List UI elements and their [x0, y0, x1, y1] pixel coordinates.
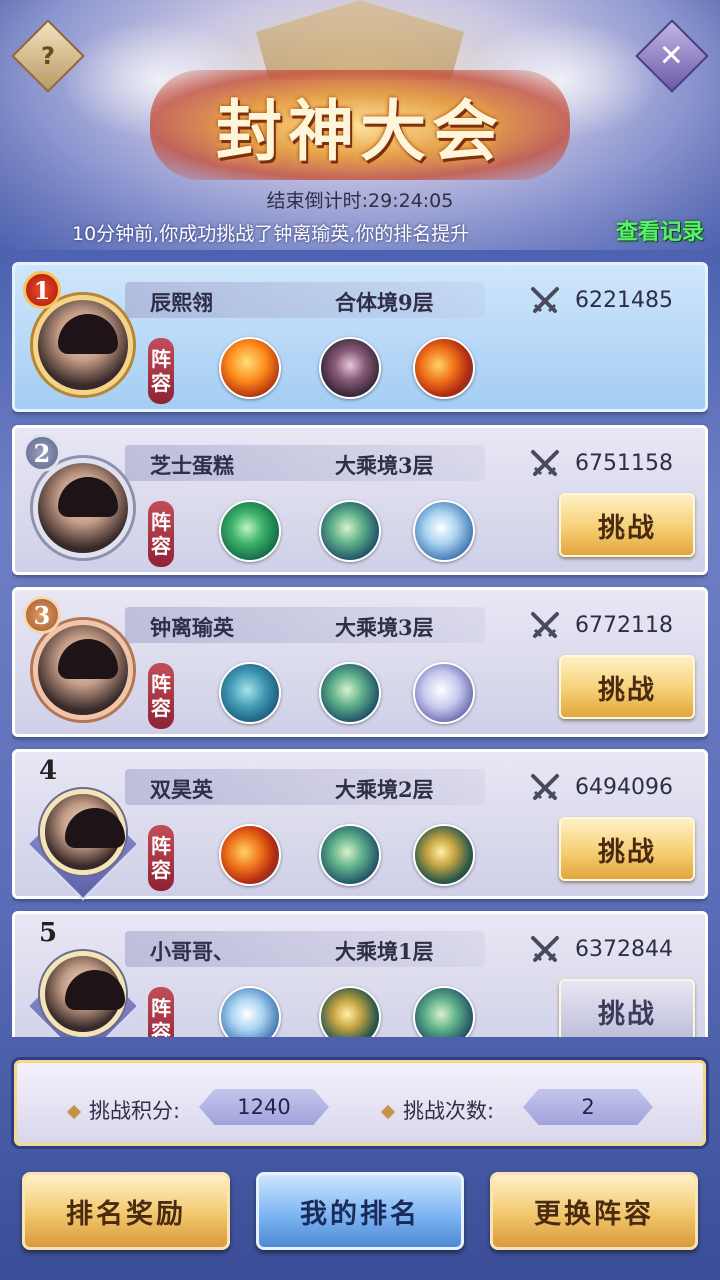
avatar[interactable] — [26, 782, 140, 901]
crossed-swords-icon — [531, 612, 559, 638]
icedragon-pet-icon[interactable] — [413, 500, 475, 562]
rank-badge: 1 — [23, 271, 61, 309]
crossed-swords-icon — [531, 450, 559, 476]
lineup-tag: 阵容 — [148, 825, 174, 891]
player-name: 小哥哥、 — [150, 939, 234, 964]
notice-text: 10分钟前,你成功挑战了钟离瑜英,你的排名提升 — [72, 223, 470, 245]
portrait-hair — [65, 970, 125, 1010]
points-value: 1240 — [199, 1089, 329, 1125]
tealdragon-pet-icon[interactable] — [319, 500, 381, 562]
ranking-row[interactable]: 2 芝士蛋糕 大乘境3层 6751158 阵容 挑战 — [12, 425, 708, 575]
firedragon-pet-icon[interactable] — [413, 337, 475, 399]
portrait-hair — [65, 808, 125, 848]
close-icon: ✕ — [659, 38, 685, 74]
crossed-swords-icon — [531, 936, 559, 962]
view-record-link[interactable]: 查看记录 — [616, 214, 704, 246]
darkdragon-pet-icon[interactable] — [319, 337, 381, 399]
stats-panel: 挑战积分: 1240 挑战次数: 2 — [14, 1060, 706, 1146]
tealdragon-pet-icon[interactable] — [413, 986, 475, 1037]
player-name: 辰熙翎 — [150, 290, 213, 315]
diamond-bullet-icon — [66, 1104, 82, 1120]
avatar[interactable] — [26, 944, 140, 1037]
yellowbeast-pet-icon[interactable] — [413, 824, 475, 886]
rank-badge: 2 — [23, 434, 61, 472]
rank-badge: 4 — [38, 756, 58, 786]
avatar-portrait — [33, 620, 133, 720]
question-icon: ? — [41, 41, 55, 70]
challenge-button[interactable]: 挑战 — [559, 817, 695, 881]
crossed-swords-icon — [531, 774, 559, 800]
rank-badge: 3 — [23, 596, 61, 634]
avatar[interactable] — [33, 620, 133, 720]
ranking-row[interactable]: 1 辰熙翎 合体境9层 6221485 阵容 — [12, 262, 708, 412]
combat-power: 6221485 — [575, 288, 673, 313]
avatar-portrait — [33, 295, 133, 395]
challenge-button[interactable]: 挑战 — [559, 655, 695, 719]
icedragon-pet-icon[interactable] — [219, 986, 281, 1037]
combat-power: 6751158 — [575, 451, 673, 476]
ranking-list[interactable]: 1 辰熙翎 合体境9层 6221485 阵容 2 芝士蛋糕 大乘境3层 6751158 阵容挑战 3… — [12, 262, 708, 1037]
lineup-tag: 阵容 — [148, 338, 174, 404]
player-realm: 大乘境1层 — [335, 939, 434, 964]
yellowbeast-pet-icon[interactable] — [319, 986, 381, 1037]
diamond-bullet-icon — [380, 1104, 396, 1120]
combat-power: 6372844 — [575, 937, 673, 962]
portrait-hair — [58, 639, 118, 679]
ranking-row[interactable]: 4 双昊英 大乘境2层 6494096 阵容 挑战 — [12, 749, 708, 901]
combat-power: 6494096 — [575, 775, 673, 800]
combat-power: 6772118 — [575, 613, 673, 638]
palace-decoration — [256, 0, 464, 80]
challenge-button[interactable]: 挑战 — [559, 493, 695, 557]
phoenix-pet-icon[interactable] — [219, 337, 281, 399]
lineup-tag: 阵容 — [148, 501, 174, 567]
count-value: 2 — [523, 1089, 653, 1125]
my-rank-button[interactable]: 我的排名 — [256, 1172, 464, 1250]
page-title: 封神大会 — [216, 92, 504, 170]
avatar[interactable] — [33, 458, 133, 558]
player-name: 芝士蛋糕 — [150, 453, 234, 478]
player-name: 钟离瑜英 — [150, 615, 234, 640]
avatar[interactable] — [33, 295, 133, 395]
crossed-swords-icon — [531, 287, 559, 313]
player-realm: 合体境9层 — [335, 290, 434, 315]
points-label: 挑战积分: — [66, 1095, 180, 1125]
change-lineup-button[interactable]: 更换阵容 — [490, 1172, 698, 1250]
tealdragon-pet-icon[interactable] — [319, 824, 381, 886]
player-name: 双昊英 — [150, 777, 213, 802]
lineup-tag: 阵容 — [148, 663, 174, 729]
avatar-portrait — [40, 789, 126, 875]
lineup-tag: 阵容 — [148, 987, 174, 1037]
portrait-hair — [58, 477, 118, 517]
rank-badge: 5 — [38, 918, 58, 948]
rank-rewards-button[interactable]: 排名奖励 — [22, 1172, 230, 1250]
greendragon-pet-icon[interactable] — [219, 500, 281, 562]
whale-pet-icon[interactable] — [219, 662, 281, 724]
player-realm: 大乘境3层 — [335, 453, 434, 478]
ranking-row[interactable]: 5 小哥哥、 大乘境1层 6372844 阵容 挑战 — [12, 911, 708, 1037]
avatar-portrait — [40, 951, 126, 1037]
challenge-button[interactable]: 挑战 — [559, 979, 695, 1037]
ranking-row[interactable]: 3 钟离瑜英 大乘境3层 6772118 阵容 挑战 — [12, 587, 708, 737]
countdown-timer: 结束倒计时:29:24:05 — [266, 190, 454, 212]
wolf-pet-icon[interactable] — [413, 662, 475, 724]
firedragon-pet-icon[interactable] — [219, 824, 281, 886]
portrait-hair — [58, 314, 118, 354]
avatar-portrait — [33, 458, 133, 558]
count-label: 挑战次数: — [380, 1095, 494, 1125]
tealdragon-pet-icon[interactable] — [319, 662, 381, 724]
player-realm: 大乘境3层 — [335, 615, 434, 640]
player-realm: 大乘境2层 — [335, 777, 434, 802]
